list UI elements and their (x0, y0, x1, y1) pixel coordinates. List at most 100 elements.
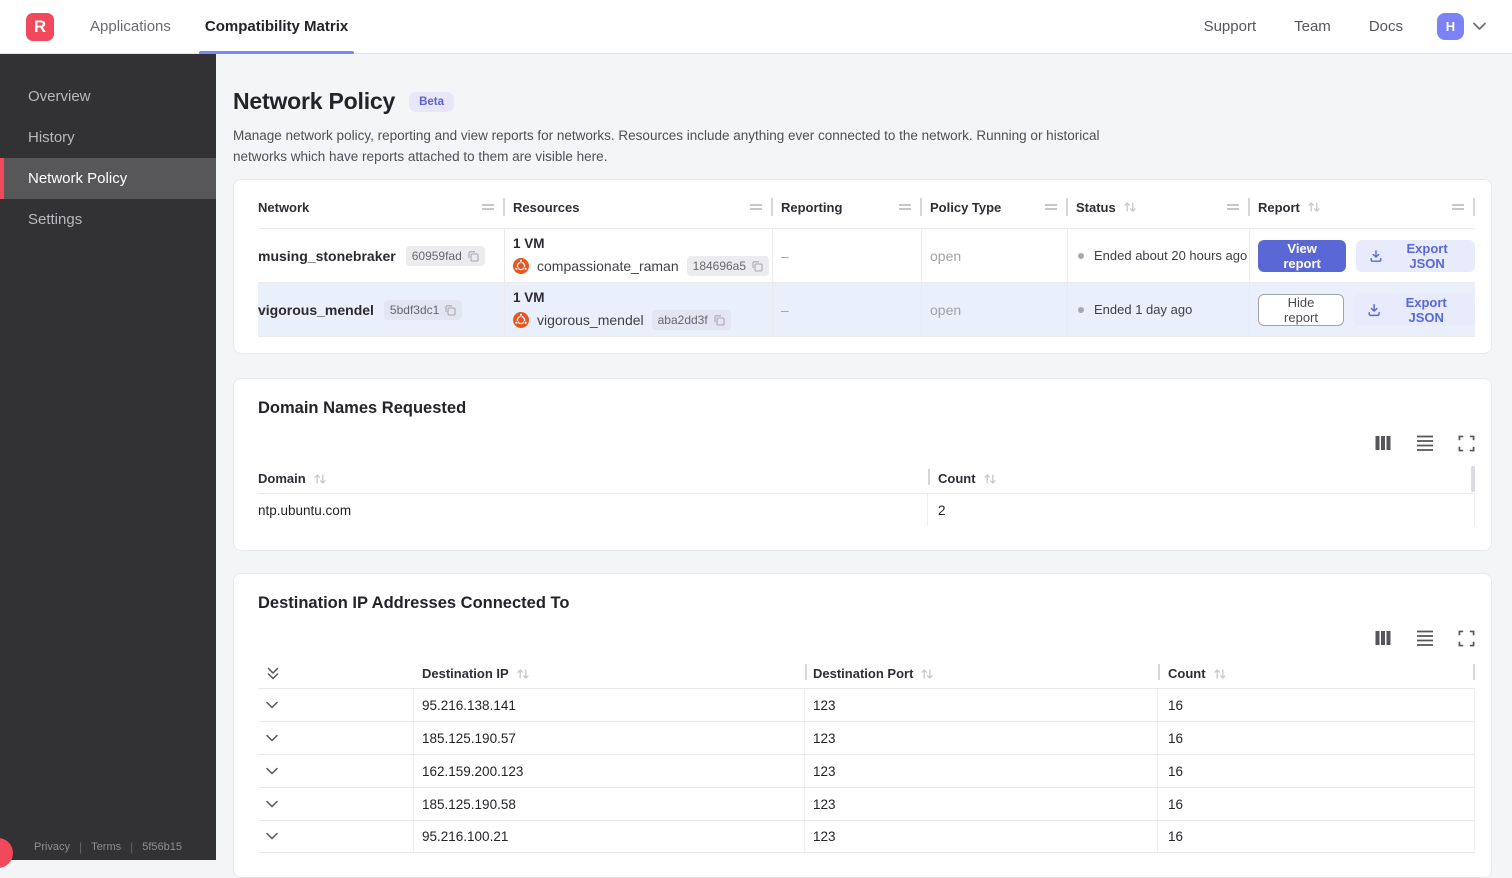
policy-type-value: open (930, 248, 961, 264)
copy-icon[interactable] (444, 304, 456, 316)
table-toolbar (258, 434, 1475, 452)
sort-icon[interactable] (516, 668, 530, 680)
reporting-value: – (781, 302, 789, 318)
avatar[interactable]: H (1437, 13, 1464, 40)
view-report-button[interactable]: View report (1258, 240, 1346, 272)
column-header-reporting[interactable]: Reporting (773, 190, 922, 224)
column-label: Resources (513, 200, 579, 215)
privacy-link[interactable]: Privacy (34, 841, 70, 853)
resource-id-pill: 184696a5 (687, 256, 769, 276)
fullscreen-icon[interactable] (1458, 435, 1475, 452)
sort-icon[interactable] (313, 473, 327, 485)
ip-value: 95.216.138.141 (422, 698, 516, 713)
link-support[interactable]: Support (1204, 18, 1257, 35)
sort-icon[interactable] (1123, 201, 1137, 213)
columns-icon[interactable] (1374, 629, 1392, 647)
domain-table: Domain Count ntp.ubuntu.com 2 (258, 464, 1475, 526)
hide-report-button[interactable]: Hide report (1258, 294, 1344, 326)
column-drag-icon[interactable] (749, 203, 763, 211)
status-cell: Ended 1 day ago (1068, 283, 1250, 336)
reporting-cell: – (773, 283, 922, 336)
count-value: 16 (1168, 764, 1183, 779)
ip-value: 95.216.100.21 (422, 829, 508, 844)
column-drag-icon[interactable] (1044, 203, 1058, 211)
column-header-network[interactable]: Network (258, 190, 505, 224)
chevron-down-icon[interactable] (266, 832, 278, 841)
expand-all-icon[interactable] (266, 666, 280, 681)
count-value: 2 (938, 503, 946, 518)
network-row-musing-stonebraker[interactable]: musing_stonebraker 60959fad 1 VM compass… (258, 228, 1475, 282)
tab-applications[interactable]: Applications (90, 0, 171, 54)
sidebar-item-history[interactable]: History (0, 117, 216, 158)
resources-cell: 1 VM compassionate_raman 184696a5 (505, 229, 773, 282)
column-drag-icon[interactable] (1451, 203, 1465, 211)
column-header-domain[interactable]: Domain (258, 464, 928, 493)
row-density-icon[interactable] (1416, 629, 1434, 647)
tab-compatibility-matrix[interactable]: Compatibility Matrix (205, 0, 348, 54)
report-cell: Hide report Export JSON (1250, 283, 1475, 336)
main-content: Network Policy Beta Manage network polic… (216, 54, 1512, 878)
policy-type-cell: open (922, 283, 1068, 336)
chevron-down-icon[interactable] (266, 701, 278, 710)
column-drag-icon[interactable] (481, 203, 495, 211)
column-header-count[interactable]: Count (928, 464, 1475, 493)
columns-icon[interactable] (1374, 434, 1392, 452)
column-header-report[interactable]: Report (1250, 190, 1475, 224)
count-cell: 16 (1158, 788, 1475, 820)
fullscreen-icon[interactable] (1458, 630, 1475, 647)
chevron-down-icon[interactable] (1473, 22, 1486, 31)
column-label: Reporting (781, 200, 842, 215)
column-drag-icon[interactable] (1226, 203, 1240, 211)
ubuntu-icon (513, 312, 529, 328)
count-cell: 2 (928, 494, 1475, 526)
export-json-button[interactable]: Export JSON (1354, 294, 1475, 326)
export-json-button[interactable]: Export JSON (1356, 240, 1475, 272)
port-value: 123 (813, 797, 836, 812)
column-header-count[interactable]: Count (1158, 659, 1475, 688)
chevron-down-icon[interactable] (266, 767, 278, 776)
sidebar-item-settings[interactable]: Settings (0, 199, 216, 240)
count-value: 16 (1168, 698, 1183, 713)
beta-badge: Beta (409, 92, 454, 112)
copy-icon[interactable] (467, 250, 479, 262)
domain-value: ntp.ubuntu.com (258, 503, 351, 518)
destination-row: 185.125.190.57 123 16 (258, 721, 1475, 754)
sort-icon[interactable] (1213, 668, 1227, 680)
reporting-cell: – (773, 229, 922, 282)
sidebar-item-overview[interactable]: Overview (0, 76, 216, 117)
network-row-vigorous-mendel[interactable]: vigorous_mendel 5bdf3dc1 1 VM vigorous_m… (258, 282, 1475, 336)
chevron-down-icon[interactable] (266, 734, 278, 743)
table-scrollbar[interactable] (1471, 466, 1475, 492)
copy-icon[interactable] (751, 260, 763, 272)
terms-link[interactable]: Terms (91, 841, 121, 853)
copy-icon[interactable] (713, 314, 725, 326)
chevron-down-icon[interactable] (266, 800, 278, 809)
column-header-resources[interactable]: Resources (505, 190, 773, 224)
row-density-icon[interactable] (1416, 434, 1434, 452)
primary-nav: Applications Compatibility Matrix (90, 0, 348, 54)
resource-name: compassionate_raman (537, 258, 679, 274)
sort-icon[interactable] (920, 668, 934, 680)
column-label: Count (1168, 666, 1206, 681)
column-drag-icon[interactable] (898, 203, 912, 211)
port-value: 123 (813, 829, 836, 844)
expand-cell (258, 788, 414, 820)
resource-count: 1 VM (513, 290, 545, 305)
network-table-body: musing_stonebraker 60959fad 1 VM compass… (258, 228, 1475, 337)
status-text: Ended about 20 hours ago (1094, 248, 1247, 263)
app-logo[interactable]: R (26, 13, 54, 41)
column-header-destination-ip[interactable]: Destination IP (414, 659, 805, 688)
ip-cell: 185.125.190.57 (414, 722, 805, 754)
column-header-status[interactable]: Status (1068, 190, 1250, 224)
column-header-destination-port[interactable]: Destination Port (805, 659, 1158, 688)
column-header-policy-type[interactable]: Policy Type (922, 190, 1068, 224)
sort-icon[interactable] (1307, 201, 1321, 213)
expand-cell (258, 689, 414, 721)
link-docs[interactable]: Docs (1369, 18, 1403, 35)
expand-cell (258, 722, 414, 754)
expand-all-header[interactable] (258, 659, 414, 688)
sidebar-item-network-policy[interactable]: Network Policy (0, 158, 216, 199)
resource-count: 1 VM (513, 236, 545, 251)
link-team[interactable]: Team (1294, 18, 1331, 35)
sort-icon[interactable] (983, 473, 997, 485)
